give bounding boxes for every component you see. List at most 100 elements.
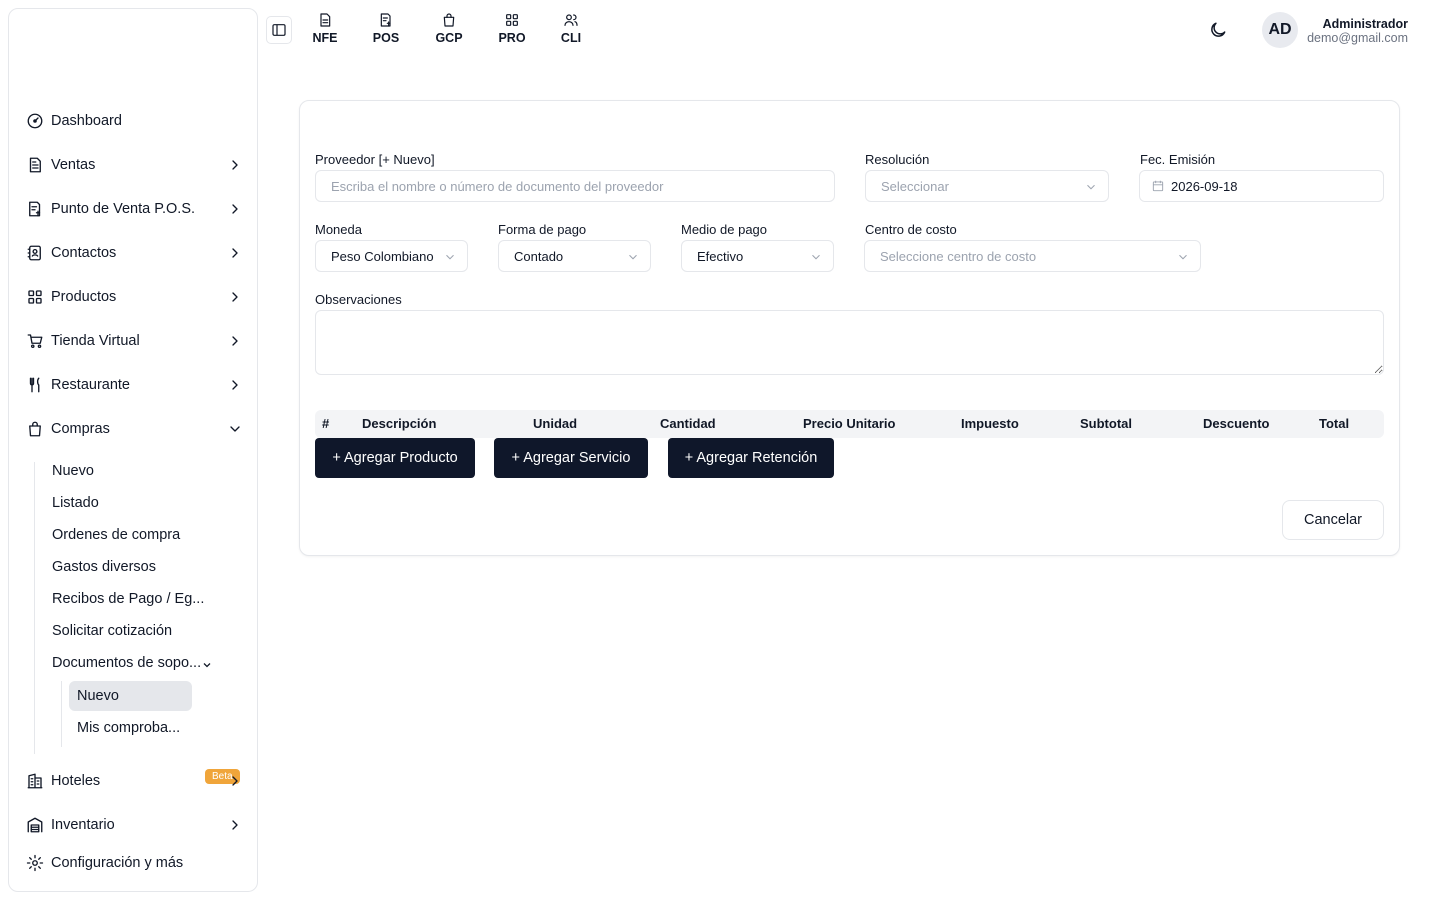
- documentos-sub-nuevo[interactable]: Nuevo: [69, 681, 192, 711]
- chevron-right-icon: [227, 817, 243, 833]
- sidebar-item-productos[interactable]: Productos: [25, 283, 247, 311]
- chevron-right-icon: [227, 773, 243, 789]
- chevron-down-icon: [201, 655, 213, 679]
- receipt-icon: [380, 13, 391, 27]
- sidebar-item-label: Compras: [51, 421, 110, 437]
- chevron-right-icon: [227, 201, 243, 217]
- column-header: Descuento: [1203, 416, 1270, 431]
- chevron-right-icon: [227, 289, 243, 305]
- sidebar-item-tienda-virtual[interactable]: Tienda Virtual: [25, 327, 247, 355]
- sidebar-item-compras[interactable]: Compras: [25, 415, 247, 443]
- forma-pago-label: Forma de pago: [498, 222, 587, 237]
- sidebar-item-hoteles[interactable]: Hoteles Beta: [25, 767, 247, 795]
- top-app-cli[interactable]: CLI: [549, 12, 593, 45]
- resolucion-select[interactable]: Seleccionar: [865, 170, 1109, 202]
- resolucion-placeholder: Seleccionar: [881, 178, 949, 194]
- building-icon: [25, 771, 45, 791]
- sidebar-item-label: Ventas: [51, 157, 96, 173]
- medio-pago-label: Medio de pago: [681, 222, 768, 237]
- sidebar-item-label: Documentos de sopo...: [52, 655, 202, 671]
- forma-pago-value: Contado: [514, 248, 564, 264]
- compras-sub-gastos[interactable]: Gastos diversos: [52, 555, 156, 579]
- column-header: Descripción: [362, 416, 437, 431]
- compras-sub-documentos[interactable]: Documentos de sopo...: [52, 651, 211, 675]
- sidebar-item-label: Configuración y más: [51, 855, 184, 871]
- bag-icon: [443, 13, 455, 27]
- chevron-down-icon: [626, 250, 640, 264]
- top-app-pos[interactable]: POS: [364, 12, 408, 45]
- column-header: Subtotal: [1080, 416, 1132, 431]
- chevron-down-icon: [1176, 250, 1190, 264]
- sidebar-item-label: Dashboard: [51, 113, 122, 129]
- cancel-button[interactable]: Cancelar: [1282, 500, 1384, 540]
- chevron-down-icon: [227, 421, 243, 437]
- top-app-gcp[interactable]: GCP: [427, 12, 471, 45]
- top-app-label: CLI: [560, 31, 582, 45]
- medio-pago-select[interactable]: Efectivo: [681, 240, 834, 272]
- sidebar-item-ventas[interactable]: Ventas: [25, 151, 247, 179]
- sidebar-item-label: Restaurante: [51, 377, 130, 393]
- observaciones-textarea[interactable]: [315, 310, 1384, 375]
- sidebar-item-configuracion[interactable]: Configuración y más: [25, 849, 247, 877]
- panel-left-icon: [272, 24, 286, 36]
- proveedor-label[interactable]: Proveedor [+ Nuevo]: [315, 152, 435, 167]
- fecha-input[interactable]: 2026-09-18: [1139, 170, 1384, 202]
- top-app-nfe[interactable]: NFE: [303, 12, 347, 45]
- sidebar-item-pos[interactable]: Punto de Venta P.O.S.: [25, 195, 247, 223]
- column-header: Impuesto: [961, 416, 1019, 431]
- grid-icon: [25, 287, 45, 307]
- utensils-icon: [25, 375, 45, 395]
- document-icon: [320, 13, 331, 27]
- sidebar-item-contactos[interactable]: Contactos: [25, 239, 247, 267]
- sidebar-item-label: Productos: [51, 289, 117, 305]
- gear-icon: [25, 853, 45, 873]
- sidebar-item-label: Tienda Virtual: [51, 333, 140, 349]
- proveedor-input[interactable]: Escriba el nombre o número de documento …: [315, 170, 835, 202]
- theme-toggle-button[interactable]: [1208, 20, 1230, 42]
- avatar[interactable]: AD: [1262, 12, 1298, 48]
- fecha-label: Fec. Emisión: [1140, 152, 1216, 167]
- sidebar-item-inventario[interactable]: Inventario: [25, 811, 247, 839]
- add-product-button[interactable]: + Agregar Producto: [315, 438, 475, 478]
- sidebar-item-dashboard[interactable]: Dashboard: [25, 107, 247, 135]
- sidebar-item-restaurante[interactable]: Restaurante: [25, 371, 247, 399]
- compras-sub-cotizacion[interactable]: Solicitar cotización: [52, 619, 172, 643]
- compras-sub-nuevo[interactable]: Nuevo: [52, 459, 94, 483]
- observaciones-label: Observaciones: [315, 292, 402, 307]
- moneda-value: Peso Colombiano: [331, 248, 434, 264]
- top-app-label: GCP: [435, 31, 463, 45]
- users-icon: [564, 14, 578, 26]
- warehouse-icon: [25, 815, 45, 835]
- submenu-divider: [61, 681, 62, 747]
- compras-sub-listado[interactable]: Listado: [52, 491, 99, 515]
- moon-icon: [1211, 22, 1226, 37]
- compras-sub-ordenes[interactable]: Ordenes de compra: [52, 523, 180, 547]
- receipt-icon: [25, 199, 45, 219]
- sidebar-item-label: Punto de Venta P.O.S.: [51, 201, 196, 217]
- moneda-label: Moneda: [315, 222, 362, 237]
- sidebar: Dashboard Ventas Punto de Venta P.O.S. C…: [8, 8, 258, 892]
- items-table-header: # Descripción Unidad Cantidad Precio Uni…: [315, 410, 1384, 438]
- chevron-right-icon: [227, 157, 243, 173]
- forma-pago-select[interactable]: Contado: [498, 240, 651, 272]
- centro-costo-placeholder: Seleccione centro de costo: [880, 248, 1037, 264]
- top-app-pro[interactable]: PRO: [490, 12, 534, 45]
- sidebar-toggle-button[interactable]: [266, 16, 292, 44]
- chevron-down-icon: [1084, 180, 1098, 194]
- purchase-form-card: Proveedor [+ Nuevo] Escriba el nombre o …: [299, 100, 1400, 556]
- compras-sub-recibos[interactable]: Recibos de Pago / Eg...: [52, 587, 204, 611]
- centro-costo-select[interactable]: Seleccione centro de costo: [864, 240, 1201, 272]
- moneda-select[interactable]: Peso Colombiano: [315, 240, 468, 272]
- logo-area: [9, 9, 257, 99]
- column-header: Total: [1319, 416, 1350, 431]
- top-app-label: NFE: [312, 31, 338, 45]
- column-header: #: [322, 416, 330, 431]
- fecha-value: 2026-09-18: [1171, 178, 1238, 194]
- add-service-button[interactable]: + Agregar Servicio: [494, 438, 648, 478]
- column-header: Cantidad: [660, 416, 716, 431]
- documentos-sub-mis-comprobantes[interactable]: Mis comproba...: [69, 713, 192, 743]
- column-header: Precio Unitario: [803, 416, 896, 431]
- chevron-down-icon: [443, 250, 457, 264]
- chevron-right-icon: [227, 245, 243, 261]
- add-retention-button[interactable]: + Agregar Retención: [668, 438, 834, 478]
